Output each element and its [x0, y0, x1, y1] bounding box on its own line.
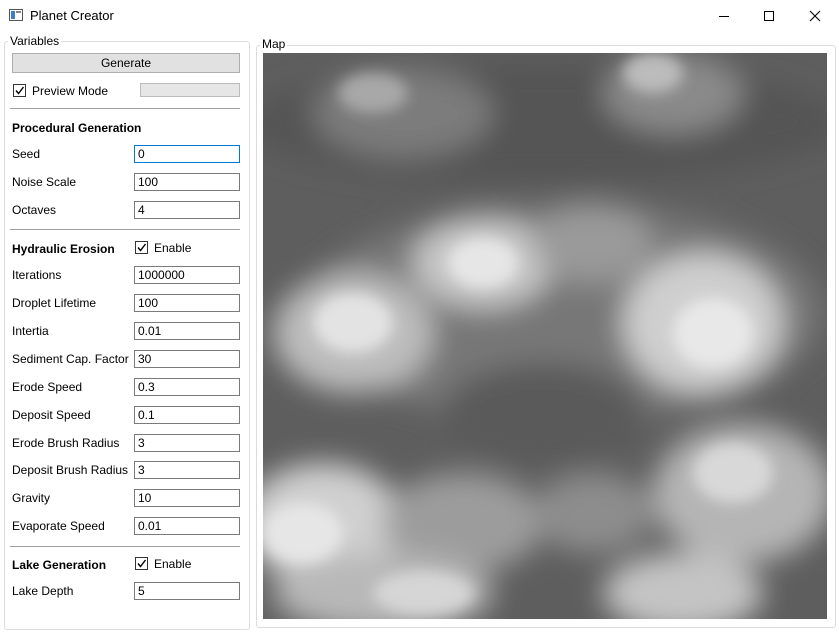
lake-generation-heading: Lake Generation	[12, 558, 107, 572]
droplet-lifetime-input[interactable]	[134, 294, 240, 312]
erode-brush-radius-input[interactable]	[134, 434, 240, 452]
map-group-title: Map	[260, 37, 288, 51]
iterations-input[interactable]	[134, 266, 240, 284]
evaporate-speed-label: Evaporate Speed	[12, 519, 105, 533]
erosion-enable-label: Enable	[154, 241, 192, 255]
variables-group-title: Variables	[8, 34, 62, 48]
seed-input[interactable]	[134, 145, 240, 163]
sediment-cap-input[interactable]	[134, 350, 240, 368]
erode-speed-label: Erode Speed	[12, 380, 83, 394]
lake-enable-checkbox[interactable]	[135, 557, 148, 570]
title-bar: Planet Creator	[0, 0, 839, 31]
preview-mode-checkbox[interactable]	[13, 84, 26, 97]
droplet-lifetime-label: Droplet Lifetime	[12, 296, 97, 310]
seed-label: Seed	[12, 147, 41, 161]
separator	[10, 546, 240, 547]
planet-creator-app-icon	[9, 9, 23, 21]
erode-brush-radius-label: Erode Brush Radius	[12, 436, 120, 450]
noise-scale-input[interactable]	[134, 173, 240, 191]
iterations-label: Iterations	[12, 268, 62, 282]
gravity-label: Gravity	[12, 491, 51, 505]
generate-button[interactable]: Generate	[12, 53, 240, 73]
checkmark-icon	[15, 86, 25, 95]
preview-progress-bar	[140, 83, 240, 97]
maximize-button[interactable]	[746, 0, 792, 31]
separator	[10, 229, 240, 230]
gravity-input[interactable]	[134, 489, 240, 507]
inertia-input[interactable]	[134, 322, 240, 340]
lake-enable-label: Enable	[154, 557, 192, 571]
noise-scale-label: Noise Scale	[12, 175, 77, 189]
heightmap-image	[263, 53, 827, 619]
hydraulic-erosion-heading: Hydraulic Erosion	[12, 242, 115, 256]
preview-mode-label: Preview Mode	[32, 84, 109, 98]
octaves-input[interactable]	[134, 201, 240, 219]
close-icon	[809, 10, 821, 21]
minimize-button[interactable]	[701, 0, 747, 31]
checkmark-icon	[137, 243, 147, 252]
maximize-icon	[764, 10, 774, 21]
erode-speed-input[interactable]	[134, 378, 240, 396]
close-button[interactable]	[792, 0, 838, 31]
sediment-cap-label: Sediment Cap. Factor	[12, 352, 129, 366]
window-title: Planet Creator	[30, 8, 114, 23]
minimize-icon	[719, 15, 729, 17]
lake-depth-input[interactable]	[134, 582, 240, 600]
deposit-brush-radius-label: Deposit Brush Radius	[12, 463, 129, 477]
procedural-generation-heading: Procedural Generation	[12, 121, 142, 135]
erosion-enable-checkbox[interactable]	[135, 241, 148, 254]
deposit-speed-input[interactable]	[134, 406, 240, 424]
deposit-brush-radius-input[interactable]	[134, 461, 240, 479]
inertia-label: Intertia	[12, 324, 49, 338]
deposit-speed-label: Deposit Speed	[12, 408, 91, 422]
evaporate-speed-input[interactable]	[134, 517, 240, 535]
octaves-label: Octaves	[12, 203, 57, 217]
checkmark-icon	[137, 559, 147, 568]
separator	[10, 108, 240, 109]
lake-depth-label: Lake Depth	[12, 584, 74, 598]
